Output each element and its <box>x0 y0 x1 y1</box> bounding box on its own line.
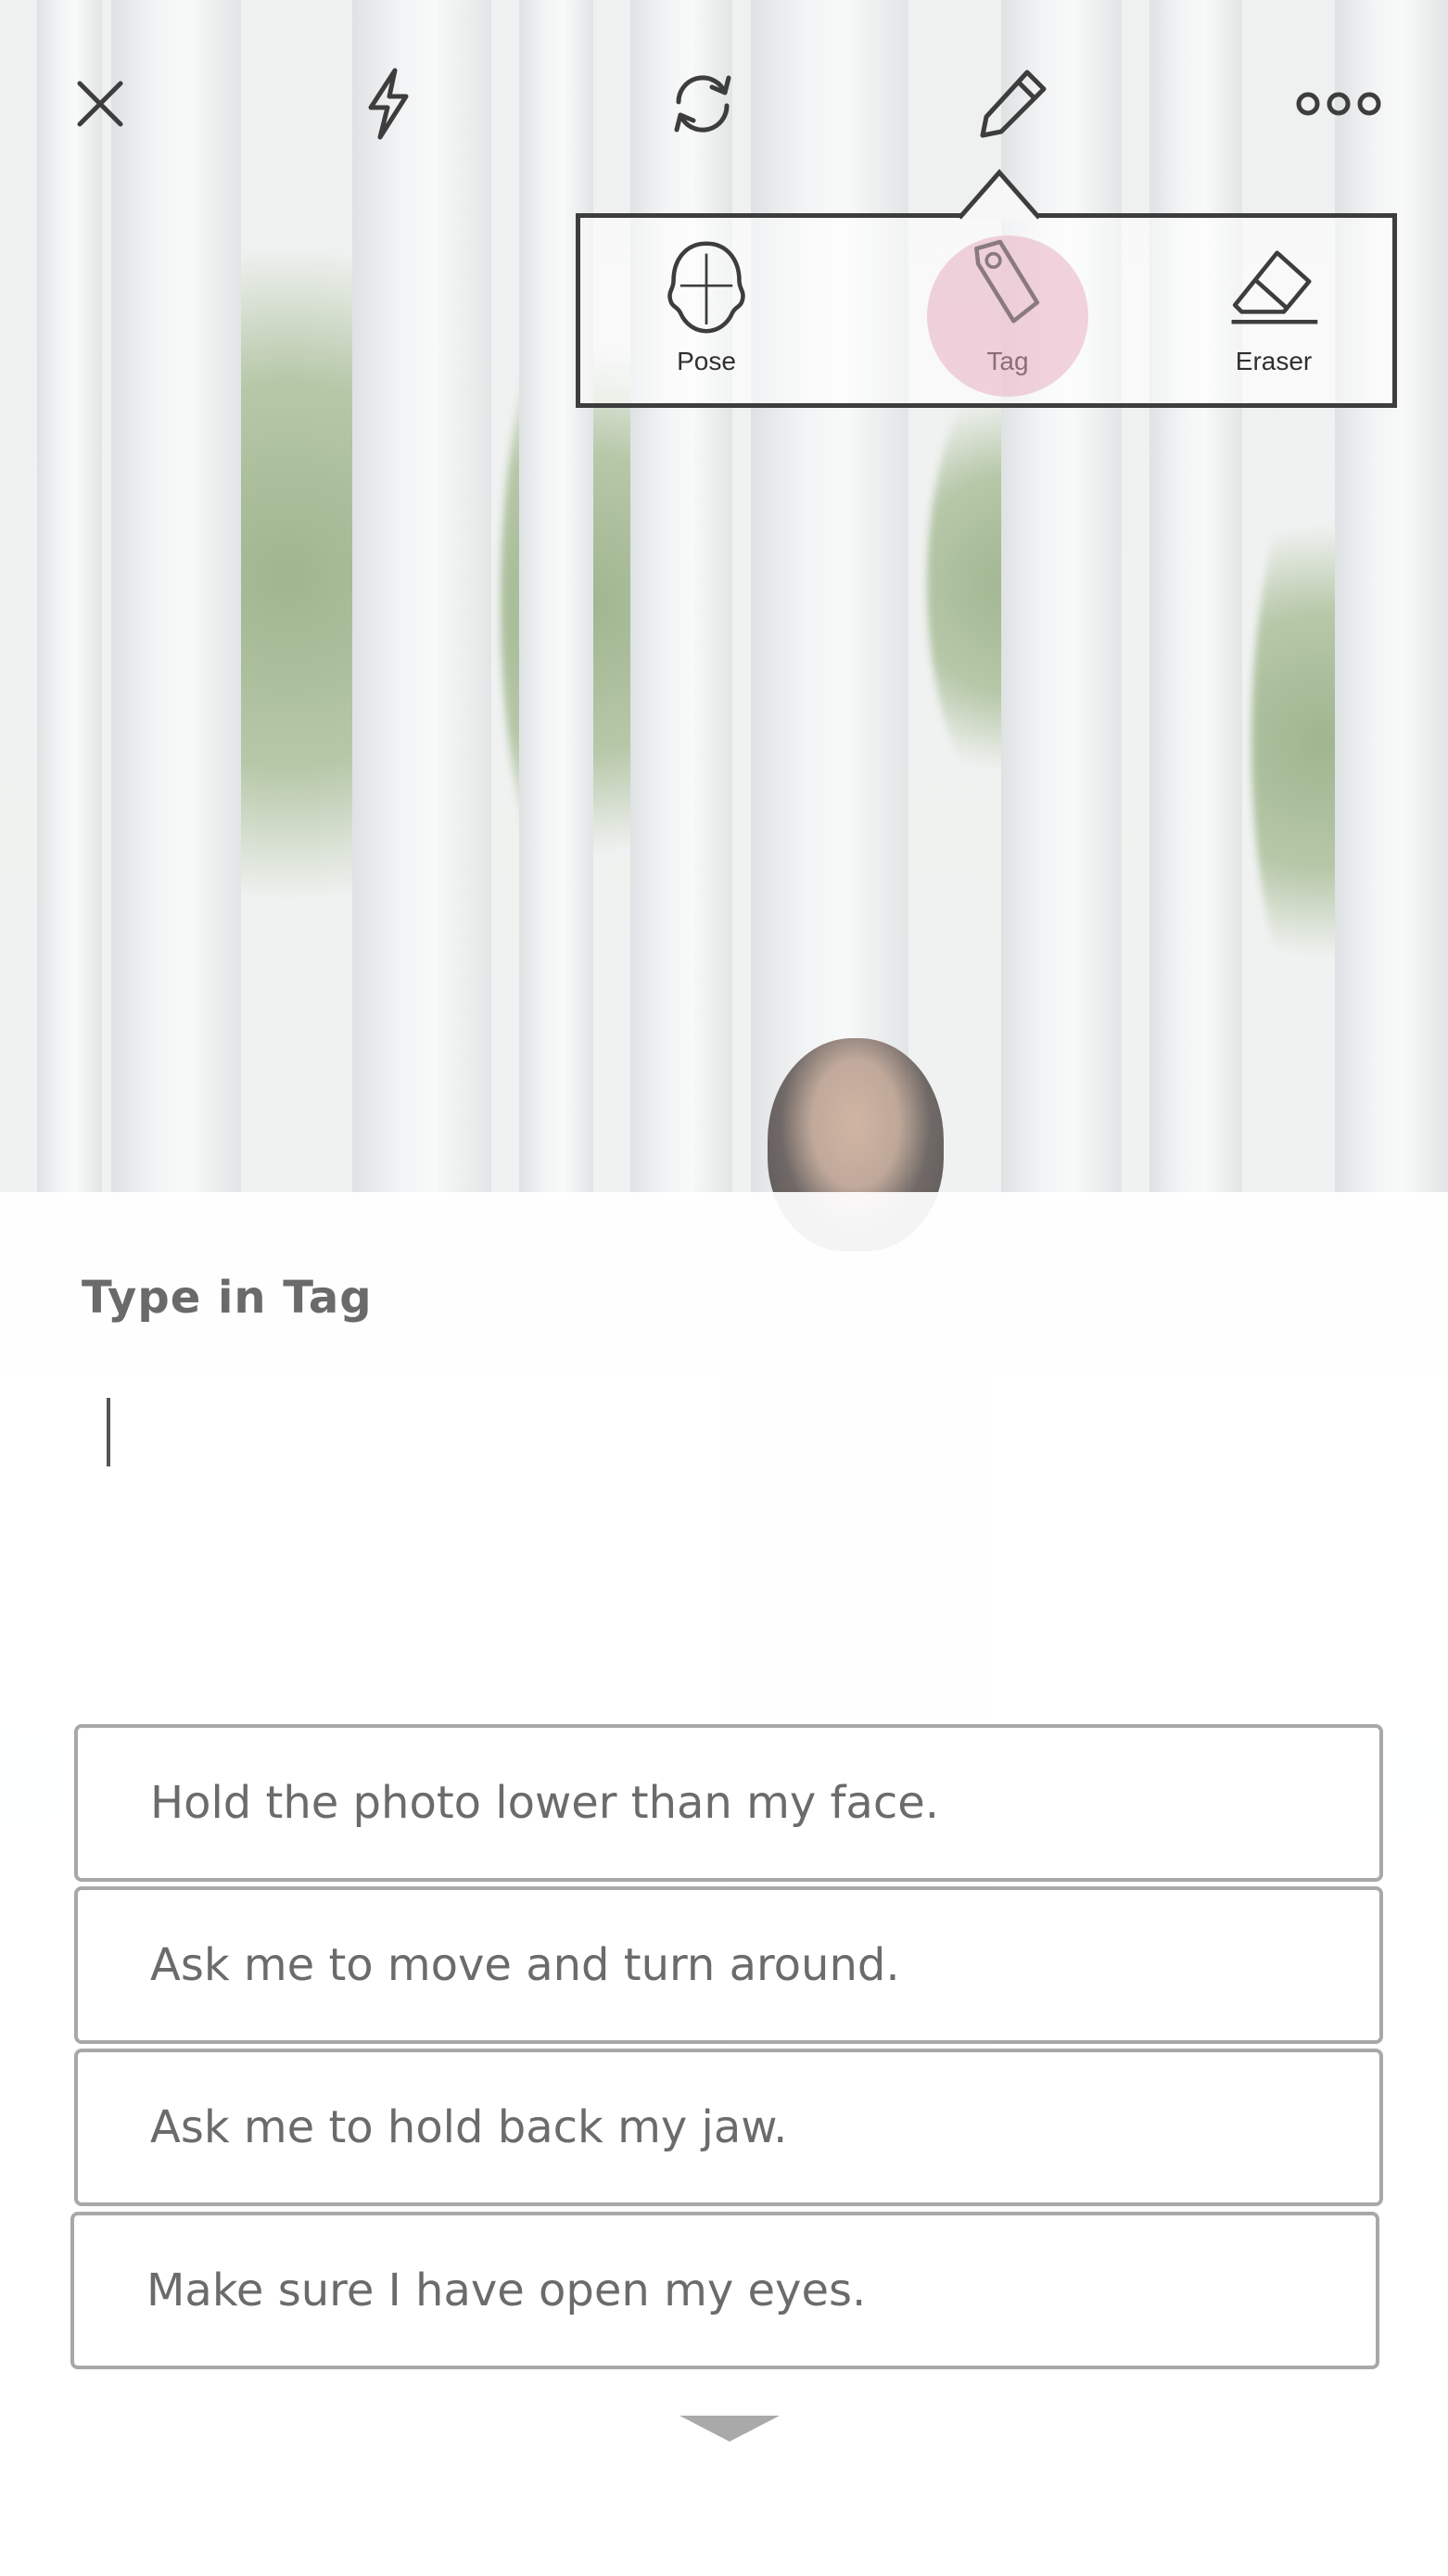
flash-button[interactable] <box>343 59 432 148</box>
suggestion-text: Ask me to hold back my jaw. <box>150 2101 788 2153</box>
tag-input[interactable] <box>93 1381 1353 1492</box>
eraser-tool[interactable]: Eraser <box>1190 232 1357 399</box>
suggestion-item[interactable]: Hold the photo lower than my face. <box>74 1724 1383 1882</box>
pose-tool-label: Pose <box>677 347 736 375</box>
tag-tool-label: Tag <box>986 347 1029 375</box>
more-icon <box>1296 92 1381 116</box>
more-options-button[interactable] <box>1285 59 1392 148</box>
flash-icon <box>368 68 409 140</box>
eraser-tool-label: Eraser <box>1235 347 1313 375</box>
suggestion-item[interactable]: Ask me to hold back my jaw. <box>74 2049 1383 2206</box>
tag-icon <box>974 239 1040 324</box>
edit-pencil-icon <box>980 70 1047 138</box>
pose-head-icon <box>667 241 745 334</box>
popup-pointer <box>958 169 1041 221</box>
close-button[interactable] <box>56 59 145 148</box>
pose-tool[interactable]: Pose <box>623 232 790 399</box>
suggestion-text: Make sure I have open my eyes. <box>146 2265 867 2316</box>
switch-camera-button[interactable] <box>658 59 747 148</box>
suggestion-item[interactable]: Ask me to move and turn around. <box>74 1886 1383 2044</box>
tag-tool[interactable]: Tag <box>924 232 1091 399</box>
edit-button[interactable] <box>968 59 1057 148</box>
close-icon <box>77 81 123 127</box>
chevron-down-icon[interactable] <box>680 2416 780 2443</box>
eraser-icon <box>1231 250 1318 324</box>
sheet-title: Type in Tag <box>82 1272 373 1324</box>
text-cursor <box>107 1398 110 1466</box>
suggestion-text: Hold the photo lower than my face. <box>150 1777 939 1829</box>
switch-camera-icon <box>674 75 731 133</box>
suggestion-item[interactable]: Make sure I have open my eyes. <box>70 2212 1379 2369</box>
suggestion-text: Ask me to move and turn around. <box>150 1939 900 1991</box>
